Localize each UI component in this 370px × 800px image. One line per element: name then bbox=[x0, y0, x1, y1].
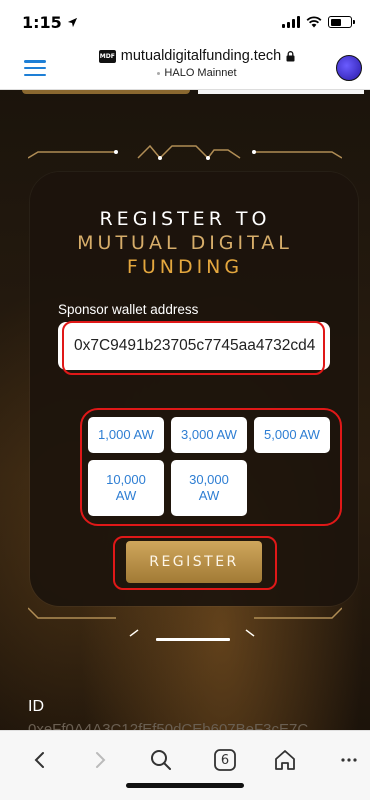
home-button[interactable] bbox=[270, 745, 300, 775]
tabs-button[interactable]: 6 bbox=[210, 745, 240, 775]
battery-icon bbox=[328, 16, 355, 28]
search-icon bbox=[151, 750, 171, 770]
amount-button-1000[interactable]: 1,000 AW bbox=[88, 417, 164, 453]
register-title-line3: FUNDING bbox=[126, 256, 244, 278]
amount-button-5000[interactable]: 5,000 AW bbox=[254, 417, 330, 453]
network-name: HALO Mainnet bbox=[164, 67, 237, 79]
location-arrow-icon bbox=[67, 17, 77, 27]
status-bar: 1:15 bbox=[0, 0, 370, 44]
more-dots-icon bbox=[341, 758, 357, 762]
back-button[interactable] bbox=[24, 745, 54, 775]
amount-button-10000[interactable]: 10,000 AW bbox=[88, 460, 164, 516]
network-status-dot bbox=[157, 71, 161, 75]
browser-toolbar: 6 bbox=[0, 730, 370, 800]
wifi-icon bbox=[306, 16, 322, 28]
home-icon bbox=[275, 750, 295, 770]
page-content: REGISTER TO MUTUAL DIGITAL FUNDING Spons… bbox=[0, 90, 370, 730]
register-title-line2: MUTUAL DIGITAL bbox=[77, 232, 293, 254]
decorative-bottom-border bbox=[28, 607, 342, 641]
amount-button-3000[interactable]: 3,000 AW bbox=[171, 417, 247, 453]
sponsor-wallet-label: Sponsor wallet address bbox=[58, 302, 199, 317]
status-time: 1:15 bbox=[22, 12, 62, 32]
account-avatar[interactable] bbox=[336, 55, 362, 81]
register-button[interactable]: REGISTER bbox=[126, 541, 262, 583]
forward-button[interactable] bbox=[86, 745, 116, 775]
cellular-signal-icon bbox=[282, 16, 300, 28]
id-label: ID bbox=[28, 698, 44, 715]
register-title-line1: REGISTER TO bbox=[99, 208, 271, 230]
browser-header: MDF mutualdigitalfunding.tech HALO Mainn… bbox=[0, 44, 370, 90]
hamburger-menu-icon[interactable] bbox=[24, 60, 46, 76]
home-indicator bbox=[126, 783, 244, 788]
site-url: mutualdigitalfunding.tech bbox=[120, 48, 282, 64]
top-panel-right bbox=[198, 90, 364, 94]
chevron-right-icon bbox=[96, 752, 106, 768]
decorative-top-border bbox=[28, 144, 342, 160]
id-value: 0xeFf0A4A3C12fEf50dCEb607BeF3cE7C bbox=[28, 721, 309, 730]
site-logo-icon: MDF bbox=[98, 49, 116, 63]
more-button[interactable] bbox=[334, 745, 364, 775]
tab-count: 6 bbox=[220, 752, 230, 768]
search-button[interactable] bbox=[146, 745, 176, 775]
address-bar[interactable]: MDF mutualdigitalfunding.tech HALO Mainn… bbox=[92, 48, 302, 79]
sponsor-wallet-input[interactable] bbox=[58, 322, 330, 370]
amount-button-30000[interactable]: 30,000 AW bbox=[171, 460, 247, 516]
chevron-left-icon bbox=[34, 752, 44, 768]
top-panel-left bbox=[22, 90, 190, 94]
lock-icon bbox=[286, 50, 295, 61]
